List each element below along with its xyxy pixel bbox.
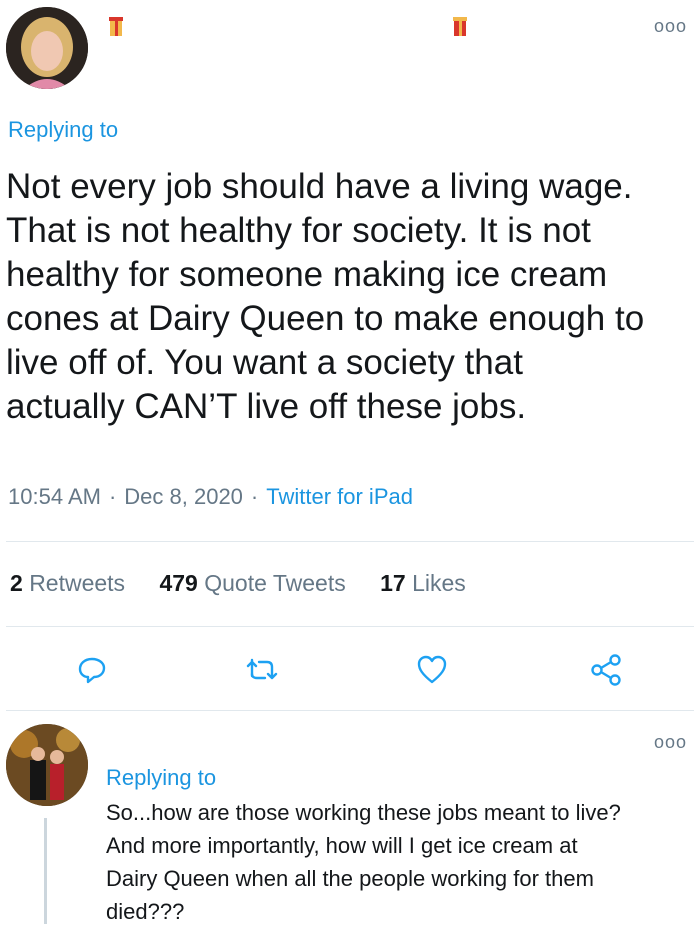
more-options-icon[interactable]: ooo: [654, 732, 687, 753]
avatar[interactable]: [6, 7, 88, 89]
divider: [6, 710, 694, 711]
divider: [6, 541, 694, 542]
retweets-count: 2: [10, 570, 23, 596]
tweet-date[interactable]: Dec 8, 2020: [124, 484, 243, 509]
more-options-icon[interactable]: ooo: [654, 16, 687, 37]
gift-icon: [109, 17, 123, 36]
share-icon: [591, 654, 621, 686]
quote-tweets-count: 479: [159, 570, 198, 596]
meta-separator: ·: [250, 484, 259, 509]
retweet-button[interactable]: [242, 650, 282, 690]
avatar[interactable]: [6, 724, 88, 806]
reply-button[interactable]: [72, 650, 112, 690]
meta-separator: ·: [108, 484, 117, 509]
likes-label: Likes: [412, 570, 466, 596]
tweet-stats: 2 Retweets 479 Quote Tweets 17 Likes: [10, 570, 494, 597]
gift-icon: [453, 17, 467, 36]
reply-replying-to-label[interactable]: Replying to: [106, 765, 216, 791]
share-button[interactable]: [586, 650, 626, 690]
avatar-photo: [6, 7, 88, 89]
like-button[interactable]: [412, 650, 452, 690]
replying-to-label[interactable]: Replying to: [8, 117, 118, 143]
thread-line: [44, 818, 47, 924]
tweet-source[interactable]: Twitter for iPad: [266, 484, 413, 509]
divider: [6, 626, 694, 627]
tweet-text: Not every job should have a living wage.…: [6, 167, 645, 426]
quote-tweets-label: Quote Tweets: [204, 570, 346, 596]
avatar-photo: [6, 724, 88, 806]
likes-stat[interactable]: 17 Likes: [380, 570, 466, 596]
like-icon: [417, 655, 447, 684]
retweets-label: Retweets: [29, 570, 126, 596]
retweet-icon: [246, 658, 278, 680]
retweets-stat[interactable]: 2 Retweets: [10, 570, 125, 596]
reply-icon: [78, 657, 106, 684]
reply-text: So...how are those working these jobs me…: [106, 800, 621, 924]
tweet-time[interactable]: 10:54 AM: [8, 484, 101, 509]
tweet-meta: 10:54 AM · Dec 8, 2020 · Twitter for iPad: [8, 484, 413, 510]
quote-tweets-stat[interactable]: 479 Quote Tweets: [159, 570, 345, 596]
likes-count: 17: [380, 570, 406, 596]
